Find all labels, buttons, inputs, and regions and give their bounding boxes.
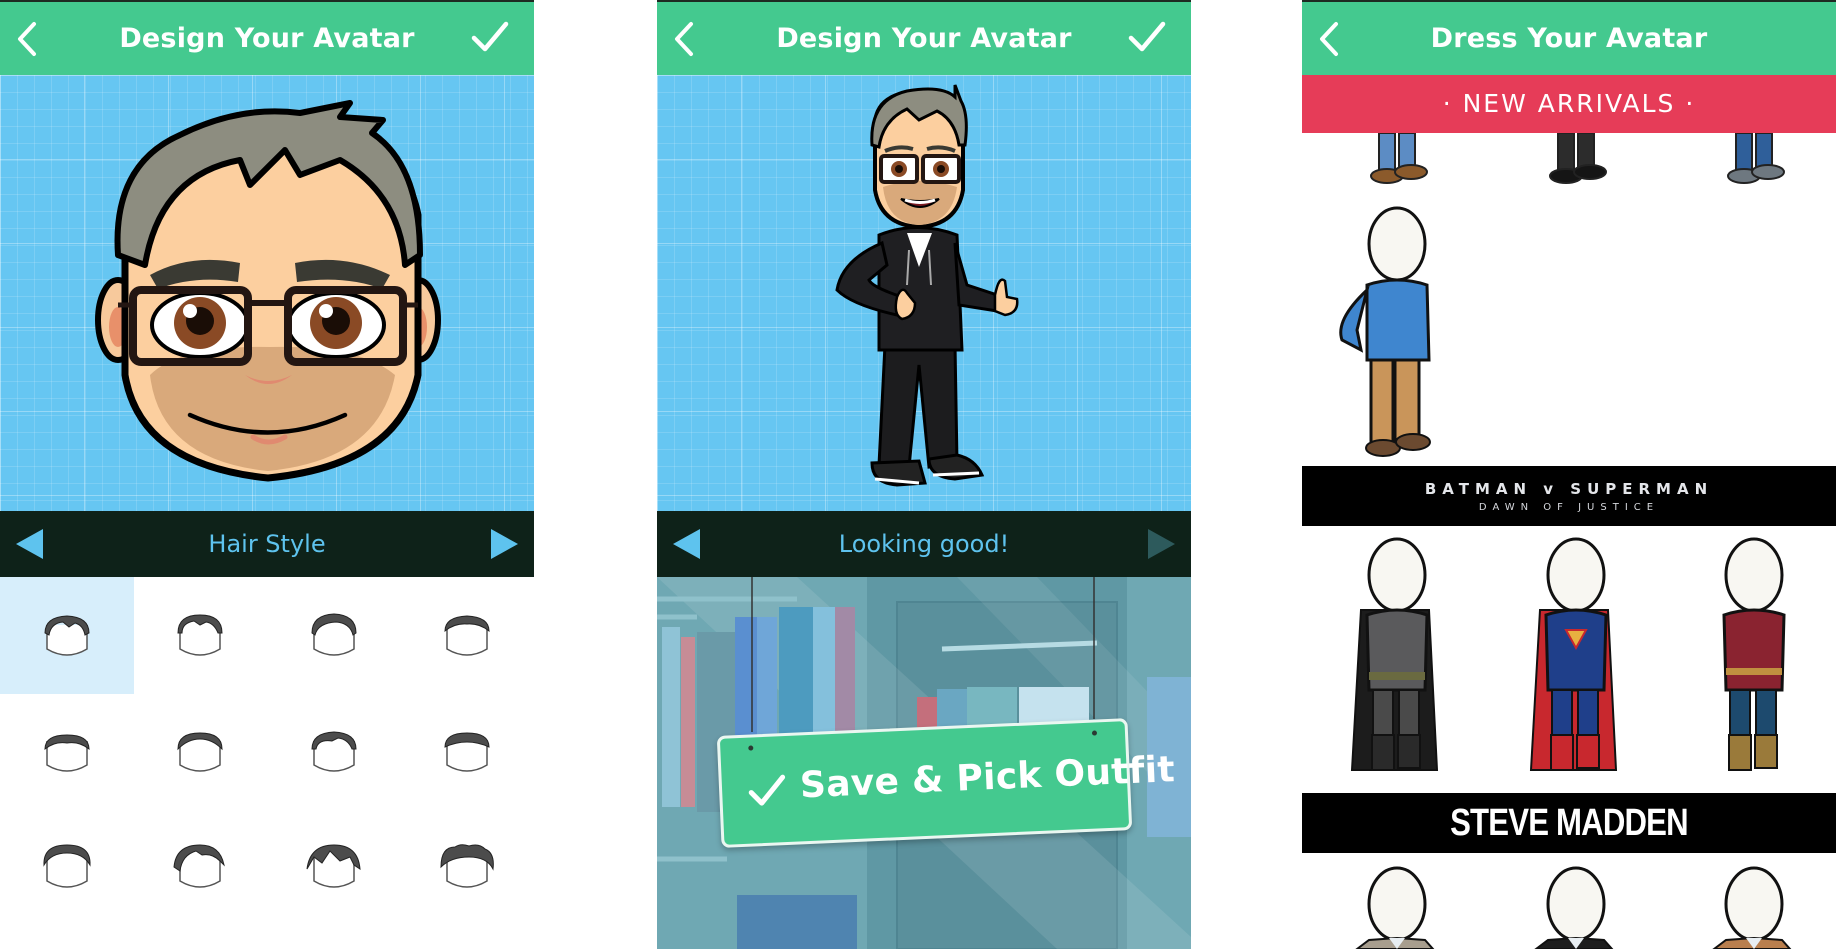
batman-v-superman-banner[interactable]: BATMAN v SUPERMAN DAWN OF JUSTICE — [1302, 466, 1836, 526]
outfit-item[interactable] — [1370, 132, 1428, 184]
outfit-item[interactable] — [1339, 206, 1431, 457]
category-nav: Looking good! — [657, 511, 1191, 577]
outfit-item[interactable] — [1722, 537, 1786, 771]
hair-style-option[interactable] — [401, 577, 535, 694]
dress-avatar-screen: Dress Your Avatar · NEW ARRIVALS · BATMA… — [1302, 0, 1836, 949]
section-title: BATMAN v SUPERMAN — [1424, 480, 1714, 498]
hair-style-thumbnail-icon — [44, 733, 90, 772]
hair-style-thumbnail-icon — [177, 613, 223, 656]
hair-style-thumbnail-icon — [311, 612, 357, 656]
checkmark-icon[interactable] — [470, 19, 510, 55]
hair-style-option[interactable] — [401, 809, 535, 927]
design-avatar-body-screen: Design Your Avatar Looking good! Save & … — [657, 0, 1191, 949]
new-arrivals-banner: · NEW ARRIVALS · — [1302, 75, 1836, 133]
outfit-item[interactable] — [1350, 537, 1439, 771]
hair-style-option[interactable] — [134, 694, 268, 809]
hair-style-option[interactable] — [401, 694, 535, 809]
avatar-full-body — [835, 84, 1019, 487]
hair-style-thumbnail-icon — [311, 730, 357, 772]
save-and-pick-outfit-button[interactable]: Save & Pick Outfit — [716, 718, 1176, 848]
section-title: STEVE MADDEN — [1450, 802, 1689, 844]
hair-style-option[interactable] — [267, 577, 401, 694]
page-title: Design Your Avatar — [776, 23, 1072, 54]
category-nav: Hair Style — [0, 511, 534, 577]
hair-style-option[interactable] — [134, 577, 268, 694]
outfit-item[interactable] — [1712, 866, 1792, 949]
header-bar: Dress Your Avatar — [1302, 0, 1836, 75]
hair-style-option[interactable] — [0, 809, 134, 927]
closet-background: Save & Pick Outfit — [657, 577, 1191, 949]
next-category-button[interactable] — [491, 529, 518, 559]
outfit-item[interactable] — [1355, 866, 1435, 949]
hair-style-thumbnail-icon — [44, 614, 90, 656]
checkmark-icon[interactable] — [1127, 19, 1167, 55]
hair-style-thumbnail-icon — [440, 844, 495, 888]
sign-hole — [748, 745, 754, 751]
hair-style-option[interactable] — [134, 809, 268, 927]
page-title: Dress Your Avatar — [1430, 23, 1708, 54]
hair-style-option[interactable] — [267, 809, 401, 927]
hair-style-option[interactable] — [0, 577, 134, 694]
hair-style-thumbnail-icon — [444, 731, 490, 772]
avatar-preview — [657, 75, 1191, 511]
save-and-pick-outfit-label: Save & Pick Outfit — [799, 749, 1176, 807]
status-message: Looking good! — [838, 530, 1010, 558]
outfit-item[interactable] — [1534, 866, 1614, 949]
category-label: Hair Style — [208, 530, 326, 558]
page-title: Design Your Avatar — [119, 23, 415, 54]
hair-style-option[interactable] — [0, 694, 134, 809]
next-category-button-disabled — [1148, 529, 1175, 559]
header-bar: Design Your Avatar — [657, 0, 1191, 75]
avatar-face — [95, 100, 441, 482]
hair-style-thumbnail-icon — [173, 844, 226, 888]
outfit-item[interactable] — [1727, 132, 1785, 184]
hair-style-thumbnail-icon — [444, 614, 490, 656]
design-avatar-face-screen: Design Your Avatar Hair Style — [0, 0, 534, 949]
sign-hole — [1091, 730, 1098, 736]
hair-style-thumbnail-icon — [306, 844, 361, 888]
section-subtitle: DAWN OF JUSTICE — [1478, 502, 1660, 513]
header-bar: Design Your Avatar — [0, 0, 534, 75]
hair-style-thumbnail-icon — [43, 844, 91, 888]
hair-style-option[interactable] — [267, 694, 401, 809]
steve-madden-banner[interactable]: STEVE MADDEN — [1302, 793, 1836, 853]
checkmark-icon — [748, 774, 786, 806]
hair-style-thumbnail-icon — [177, 731, 223, 772]
avatar-preview — [0, 75, 534, 511]
outfit-item[interactable] — [1549, 132, 1607, 184]
outfit-item[interactable] — [1529, 537, 1618, 771]
hair-style-grid — [0, 577, 534, 949]
section-title: · NEW ARRIVALS · — [1442, 89, 1696, 118]
